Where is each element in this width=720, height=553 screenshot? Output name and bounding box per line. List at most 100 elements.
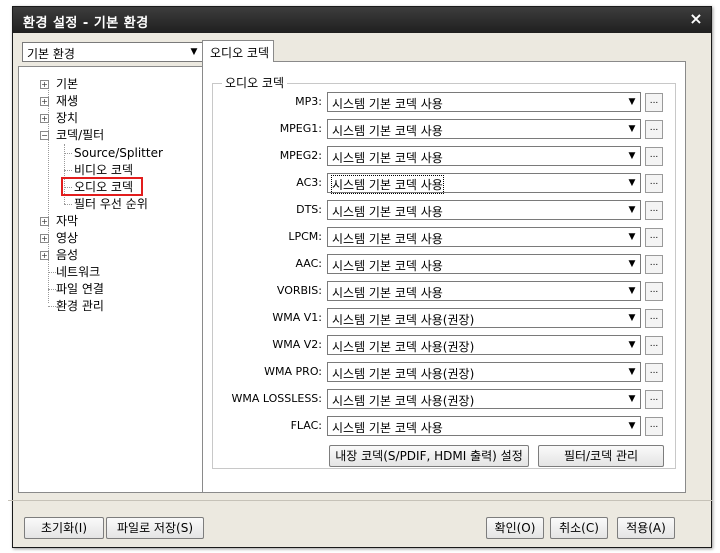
codec-select-lpcm[interactable]: 시스템 기본 코덱 사용 ▼ (327, 227, 641, 247)
close-icon[interactable]: × (687, 10, 705, 28)
expand-icon[interactable]: + (40, 80, 49, 89)
codec-select-flac[interactable]: 시스템 기본 코덱 사용 ▼ (327, 416, 641, 436)
chevron-down-icon: ▼ (628, 97, 636, 107)
tree-item-playback[interactable]: 재생 (56, 93, 78, 109)
profile-select[interactable]: 기본 환경 ▼ (22, 42, 203, 62)
tree-item-file-association[interactable]: 파일 연결 (56, 281, 104, 297)
tree-item-filter-priority[interactable]: 필터 우선 순위 (74, 196, 148, 212)
tree-item-video-codec[interactable]: 비디오 코덱 (74, 162, 133, 178)
window-title: 환경 설정 - 기본 환경 (23, 16, 149, 31)
internal-codec-settings-button[interactable]: 내장 코덱(S/PDIF, HDMI 출력) 설정 (329, 445, 529, 467)
codec-options-button[interactable]: ... (645, 174, 663, 193)
tree-line (48, 272, 56, 273)
codec-label: DTS: (296, 203, 322, 216)
codec-label: WMA V2: (272, 338, 322, 351)
expand-icon[interactable]: + (40, 234, 49, 243)
tree-line (64, 153, 72, 154)
codec-options-button[interactable]: ... (645, 255, 663, 274)
group-title: 오디오 코덱 (222, 74, 288, 91)
codec-options-button[interactable]: ... (645, 336, 663, 355)
codec-options-button[interactable]: ... (645, 147, 663, 166)
codec-label: WMA PRO: (264, 365, 322, 378)
codec-options-button[interactable]: ... (645, 363, 663, 382)
reset-button[interactable]: 초기화(I) (24, 517, 104, 539)
tree-item-subtitle[interactable]: 자막 (56, 213, 78, 229)
expand-icon[interactable]: + (40, 217, 49, 226)
codec-select-wma-pro[interactable]: 시스템 기본 코덱 사용(권장) ▼ (327, 362, 641, 382)
chevron-down-icon: ▼ (628, 259, 636, 269)
ok-button[interactable]: 확인(O) (486, 517, 544, 539)
codec-select-value: 시스템 기본 코덱 사용(권장) (332, 367, 475, 381)
codec-label: AAC: (295, 257, 322, 270)
codec-select-mpeg2[interactable]: 시스템 기본 코덱 사용 ▼ (327, 146, 641, 166)
codec-label: MPEG2: (279, 149, 322, 162)
tree-line (64, 170, 72, 171)
expand-icon[interactable]: + (40, 114, 49, 123)
codec-options-button[interactable]: ... (645, 390, 663, 409)
codec-options-button[interactable]: ... (645, 417, 663, 436)
chevron-down-icon: ▼ (628, 151, 636, 161)
tree-line (48, 289, 56, 290)
tree-line (48, 306, 56, 307)
tree-item-network[interactable]: 네트워크 (56, 264, 100, 280)
codec-options-button[interactable]: ... (645, 201, 663, 220)
chevron-down-icon: ▼ (628, 340, 636, 350)
tree-item-codec-filter[interactable]: 코덱/필터 (56, 127, 104, 143)
codec-select-dts[interactable]: 시스템 기본 코덱 사용 ▼ (327, 200, 641, 220)
profile-select-value: 기본 환경 (27, 47, 75, 61)
chevron-down-icon: ▼ (628, 421, 636, 431)
tree-item-source-splitter[interactable]: Source/Splitter (74, 145, 163, 161)
codec-select-value: 시스템 기본 코덱 사용 (331, 175, 444, 194)
codec-select-mpeg1[interactable]: 시스템 기본 코덱 사용 ▼ (327, 119, 641, 139)
codec-select-value: 시스템 기본 코덱 사용 (332, 286, 443, 300)
codec-options-button[interactable]: ... (645, 282, 663, 301)
codec-select-value: 시스템 기본 코덱 사용 (332, 97, 443, 111)
codec-select-wma-v1[interactable]: 시스템 기본 코덱 사용(권장) ▼ (327, 308, 641, 328)
codec-options-button[interactable]: ... (645, 120, 663, 139)
codec-select-vorbis[interactable]: 시스템 기본 코덱 사용 ▼ (327, 281, 641, 301)
codec-options-button[interactable]: ... (645, 228, 663, 247)
chevron-down-icon: ▼ (628, 232, 636, 242)
chevron-down-icon: ▼ (190, 47, 198, 57)
codec-label: WMA LOSSLESS: (231, 392, 323, 405)
chevron-down-icon: ▼ (628, 178, 636, 188)
codec-select-wma-lossless[interactable]: 시스템 기본 코덱 사용(권장) ▼ (327, 389, 641, 409)
save-to-file-button[interactable]: 파일로 저장(S) (106, 517, 204, 539)
codec-select-mp3[interactable]: 시스템 기본 코덱 사용 ▼ (327, 92, 641, 112)
chevron-down-icon: ▼ (628, 394, 636, 404)
cancel-button[interactable]: 취소(C) (550, 517, 608, 539)
chevron-down-icon: ▼ (628, 205, 636, 215)
tree-item-device[interactable]: 장치 (56, 110, 78, 126)
codec-select-value: 시스템 기본 코덱 사용 (332, 259, 443, 273)
codec-select-value: 시스템 기본 코덱 사용 (332, 205, 443, 219)
chevron-down-icon: ▼ (628, 313, 636, 323)
apply-button[interactable]: 적용(A) (617, 517, 675, 539)
chevron-down-icon: ▼ (628, 367, 636, 377)
codec-label: VORBIS: (276, 284, 322, 297)
tab-audio-codec[interactable]: 오디오 코덱 (202, 40, 274, 62)
codec-select-wma-v2[interactable]: 시스템 기본 코덱 사용(권장) ▼ (327, 335, 641, 355)
tree-item-audio-codec[interactable]: 오디오 코덱 (74, 179, 133, 195)
codec-label: WMA V1: (272, 311, 322, 324)
codec-select-value: 시스템 기본 코덱 사용 (332, 124, 443, 138)
codec-label: LPCM: (288, 230, 322, 243)
collapse-icon[interactable]: − (40, 131, 49, 140)
tree-item-video[interactable]: 영상 (56, 230, 78, 246)
codec-options-button[interactable]: ... (645, 93, 663, 112)
codec-label: MP3: (295, 95, 322, 108)
codec-select-value: 시스템 기본 코덱 사용(권장) (332, 313, 475, 327)
expand-icon[interactable]: + (40, 251, 49, 260)
tree-item-profile-manage[interactable]: 환경 관리 (56, 298, 104, 314)
codec-select-value: 시스템 기본 코덱 사용 (332, 232, 443, 246)
tree-line (64, 204, 72, 205)
codec-options-button[interactable]: ... (645, 309, 663, 328)
tree-item-audio[interactable]: 음성 (56, 247, 78, 263)
codec-select-ac3[interactable]: 시스템 기본 코덱 사용 ▼ (327, 173, 641, 194)
codec-select-value: 시스템 기본 코덱 사용(권장) (332, 340, 475, 354)
tree-item-basic[interactable]: 기본 (56, 76, 78, 92)
expand-icon[interactable]: + (40, 97, 49, 106)
filter-codec-manage-button[interactable]: 필터/코덱 관리 (538, 445, 664, 467)
footer-separator (8, 500, 712, 501)
codec-label: MPEG1: (279, 122, 322, 135)
codec-select-aac[interactable]: 시스템 기본 코덱 사용 ▼ (327, 254, 641, 274)
